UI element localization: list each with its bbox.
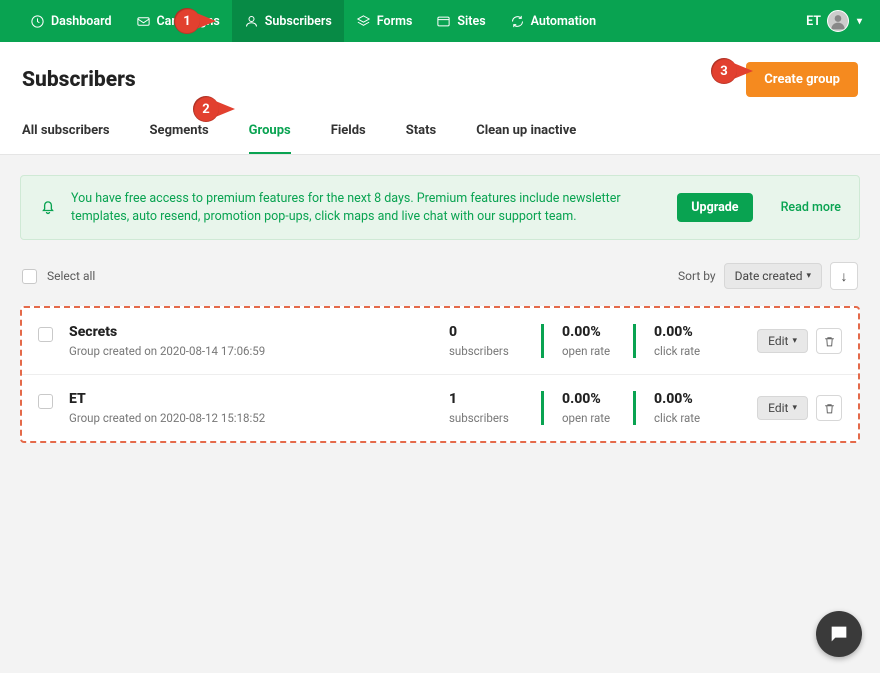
group-name[interactable]: Secrets — [69, 324, 449, 340]
top-nav: Dashboard Campaigns Subscribers Forms Si… — [0, 0, 880, 42]
subscribers-count: 0 — [449, 324, 523, 340]
chevron-down-icon: ▾ — [857, 16, 862, 27]
refresh-icon — [510, 14, 525, 29]
sort-direction-button[interactable]: ↓ — [830, 262, 858, 290]
window-icon — [436, 14, 451, 29]
sort-by-label: Sort by — [678, 269, 716, 283]
edit-button[interactable]: Edit ▾ — [757, 329, 808, 353]
user-icon — [244, 14, 259, 29]
nav-item-campaigns[interactable]: Campaigns — [124, 0, 232, 42]
chat-button[interactable] — [816, 611, 862, 657]
nav-label: Sites — [457, 14, 485, 29]
chevron-down-icon: ▾ — [806, 271, 811, 281]
select-all-label: Select all — [47, 269, 95, 283]
upgrade-notice: You have free access to premium features… — [20, 175, 860, 240]
nav-item-automation[interactable]: Automation — [498, 0, 608, 42]
chevron-down-icon: ▾ — [792, 403, 797, 413]
sort-value: Date created — [735, 269, 803, 283]
tab-segments[interactable]: Segments — [150, 115, 209, 154]
nav-label: Forms — [377, 14, 413, 29]
group-list: Secrets Group created on 2020-08-14 17:0… — [20, 306, 860, 443]
subscribers-label: subscribers — [449, 411, 523, 425]
row-checkbox[interactable] — [38, 327, 53, 342]
notice-text: You have free access to premium features… — [71, 190, 663, 225]
click-rate-value: 0.00% — [654, 324, 707, 340]
tab-clean-up-inactive[interactable]: Clean up inactive — [476, 115, 576, 154]
open-rate-value: 0.00% — [562, 324, 615, 340]
nav-item-subscribers[interactable]: Subscribers — [232, 0, 344, 42]
delete-button[interactable] — [816, 395, 842, 421]
user-initials: ET — [806, 14, 821, 29]
group-row: ET Group created on 2020-08-12 15:18:52 … — [22, 375, 858, 441]
edit-button[interactable]: Edit ▾ — [757, 396, 808, 420]
arrow-down-icon: ↓ — [841, 268, 848, 285]
user-menu[interactable]: ET ▾ — [806, 10, 862, 32]
page-header: Subscribers Create group All subscribers… — [0, 42, 880, 155]
chat-icon — [828, 623, 850, 645]
open-rate-value: 0.00% — [562, 391, 615, 407]
tab-groups[interactable]: Groups — [249, 115, 291, 154]
tab-all-subscribers[interactable]: All subscribers — [22, 115, 110, 154]
chevron-down-icon: ▾ — [792, 336, 797, 346]
stack-icon — [356, 14, 371, 29]
click-rate-value: 0.00% — [654, 391, 707, 407]
click-rate-label: click rate — [654, 411, 707, 425]
open-rate-label: open rate — [562, 344, 615, 358]
nav-item-sites[interactable]: Sites — [424, 0, 497, 42]
tab-stats[interactable]: Stats — [406, 115, 436, 154]
nav-label: Dashboard — [51, 14, 112, 29]
nav-item-forms[interactable]: Forms — [344, 0, 425, 42]
nav-label: Automation — [531, 14, 596, 29]
subscribers-label: subscribers — [449, 344, 523, 358]
bell-icon — [39, 197, 57, 219]
open-rate-label: open rate — [562, 411, 615, 425]
group-name[interactable]: ET — [69, 391, 449, 407]
tab-fields[interactable]: Fields — [331, 115, 366, 154]
create-group-button[interactable]: Create group — [746, 62, 858, 97]
nav-label: Campaigns — [157, 14, 220, 29]
edit-label: Edit — [768, 401, 788, 415]
click-rate-label: click rate — [654, 344, 707, 358]
select-all-checkbox[interactable] — [22, 269, 37, 284]
clock-icon — [30, 14, 45, 29]
edit-label: Edit — [768, 334, 788, 348]
nav-label: Subscribers — [265, 14, 332, 29]
tabs: All subscribers Segments Groups Fields S… — [22, 115, 858, 154]
group-meta: Group created on 2020-08-12 15:18:52 — [69, 411, 449, 425]
group-row: Secrets Group created on 2020-08-14 17:0… — [22, 308, 858, 375]
delete-button[interactable] — [816, 328, 842, 354]
subscribers-count: 1 — [449, 391, 523, 407]
upgrade-button[interactable]: Upgrade — [677, 193, 752, 222]
toolbar: Select all Sort by Date created ▾ ↓ — [20, 262, 860, 290]
page-title: Subscribers — [22, 68, 136, 92]
sort-dropdown[interactable]: Date created ▾ — [724, 263, 822, 289]
read-more-link[interactable]: Read more — [781, 200, 841, 215]
trash-icon — [823, 335, 836, 348]
avatar — [827, 10, 849, 32]
nav-item-dashboard[interactable]: Dashboard — [18, 0, 124, 42]
mail-icon — [136, 14, 151, 29]
trash-icon — [823, 402, 836, 415]
group-meta: Group created on 2020-08-14 17:06:59 — [69, 344, 449, 358]
row-checkbox[interactable] — [38, 394, 53, 409]
